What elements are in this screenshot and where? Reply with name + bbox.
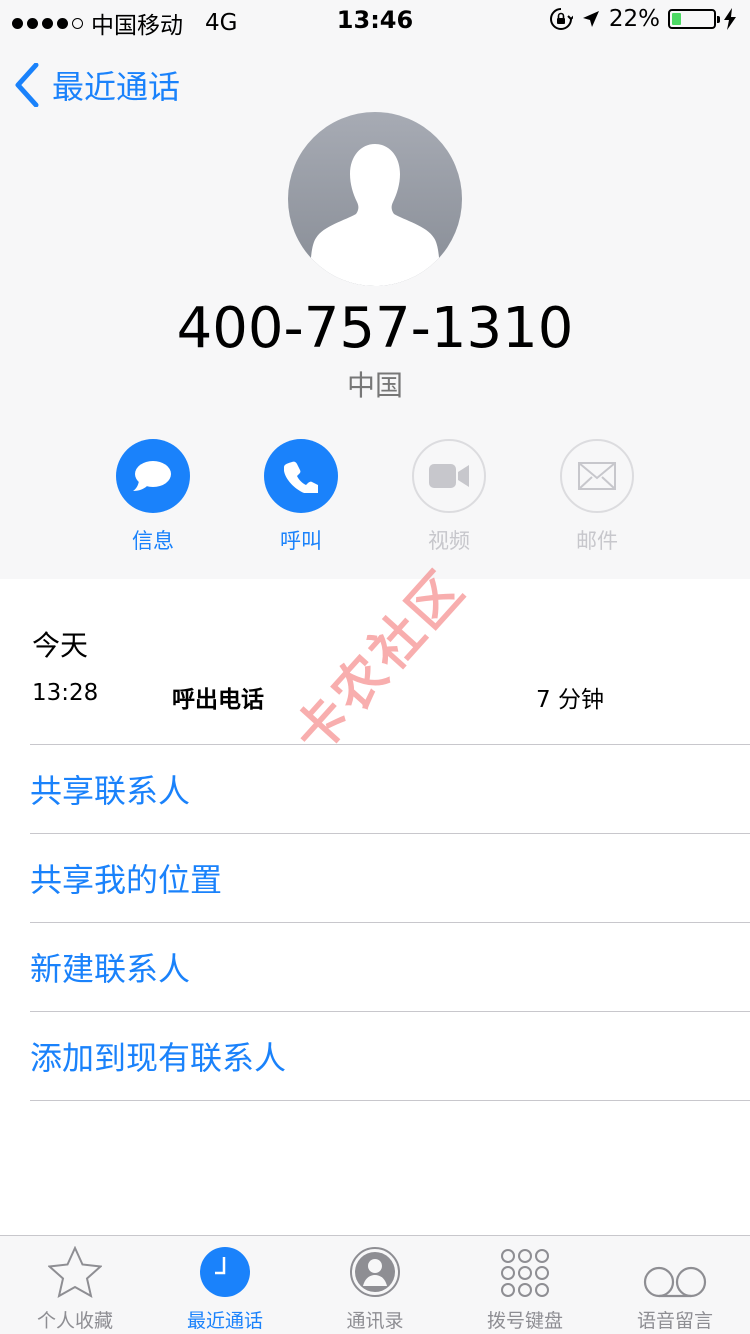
person-silhouette-icon (310, 144, 440, 286)
share-location-button[interactable]: 共享我的位置 (30, 855, 222, 901)
avatar (288, 112, 462, 286)
video-icon (412, 439, 486, 513)
call-time: 13:28 (32, 680, 99, 706)
keypad-icon (501, 1249, 549, 1297)
divider (30, 922, 750, 923)
tab-bar: 个人收藏 最近通话 通讯录 拨号键盘 语音留言 (0, 1235, 750, 1334)
battery-percent: 22% (608, 6, 660, 32)
tab-keypad-label: 拨号键盘 (486, 1310, 563, 1332)
tab-recents-label: 最近通话 (186, 1310, 263, 1332)
status-right: 22% (549, 6, 736, 32)
tab-favorites-label: 个人收藏 (36, 1310, 113, 1332)
tab-keypad[interactable]: 拨号键盘 (450, 1236, 600, 1334)
tab-recents[interactable]: 最近通话 (150, 1236, 300, 1334)
divider (30, 1011, 750, 1012)
divider (30, 833, 750, 834)
share-contact-button[interactable]: 共享联系人 (30, 766, 190, 812)
watermark-text: 卡农社区 (283, 558, 478, 766)
phone-location: 中国 (346, 369, 403, 402)
charging-bolt-icon (724, 8, 736, 30)
phone-icon (264, 439, 338, 513)
battery-icon (668, 9, 720, 29)
battery-level (672, 13, 681, 25)
back-label: 最近通话 (52, 68, 181, 106)
star-icon (48, 1246, 102, 1298)
clock-icon (200, 1247, 250, 1297)
divider (30, 1100, 750, 1101)
mail-label: 邮件 (576, 529, 618, 553)
contacts-icon (350, 1247, 400, 1297)
tab-voicemail-label: 语音留言 (636, 1310, 713, 1332)
mail-icon (560, 439, 634, 513)
rotation-lock-icon (549, 8, 573, 30)
voicemail-icon (643, 1266, 707, 1298)
call-type: 呼出电话 (172, 687, 264, 713)
new-contact-button[interactable]: 新建联系人 (30, 944, 190, 990)
message-label: 信息 (132, 529, 174, 553)
tab-favorites[interactable]: 个人收藏 (0, 1236, 150, 1334)
tab-contacts-label: 通讯录 (346, 1310, 404, 1332)
history-date-heading: 今天 (32, 629, 89, 662)
tab-contacts[interactable]: 通讯录 (300, 1236, 450, 1334)
tab-voicemail[interactable]: 语音留言 (600, 1236, 750, 1334)
divider (30, 744, 750, 745)
call-button[interactable]: 呼叫 (264, 439, 338, 555)
back-button[interactable]: 最近通话 (14, 62, 180, 108)
call-label: 呼叫 (280, 529, 322, 553)
call-duration: 7 分钟 (536, 687, 604, 713)
location-arrow-icon (582, 11, 599, 27)
phone-number: 400-757-1310 (176, 296, 574, 361)
chevron-left-icon (15, 63, 39, 107)
message-button[interactable]: 信息 (116, 439, 190, 555)
mail-button[interactable]: 邮件 (560, 439, 634, 555)
add-to-existing-contact-button[interactable]: 添加到现有联系人 (30, 1033, 286, 1079)
video-label: 视频 (428, 529, 470, 553)
message-icon (116, 439, 190, 513)
status-bar: 中国移动 4G 13:46 22% (0, 0, 750, 40)
video-button[interactable]: 视频 (412, 439, 486, 555)
